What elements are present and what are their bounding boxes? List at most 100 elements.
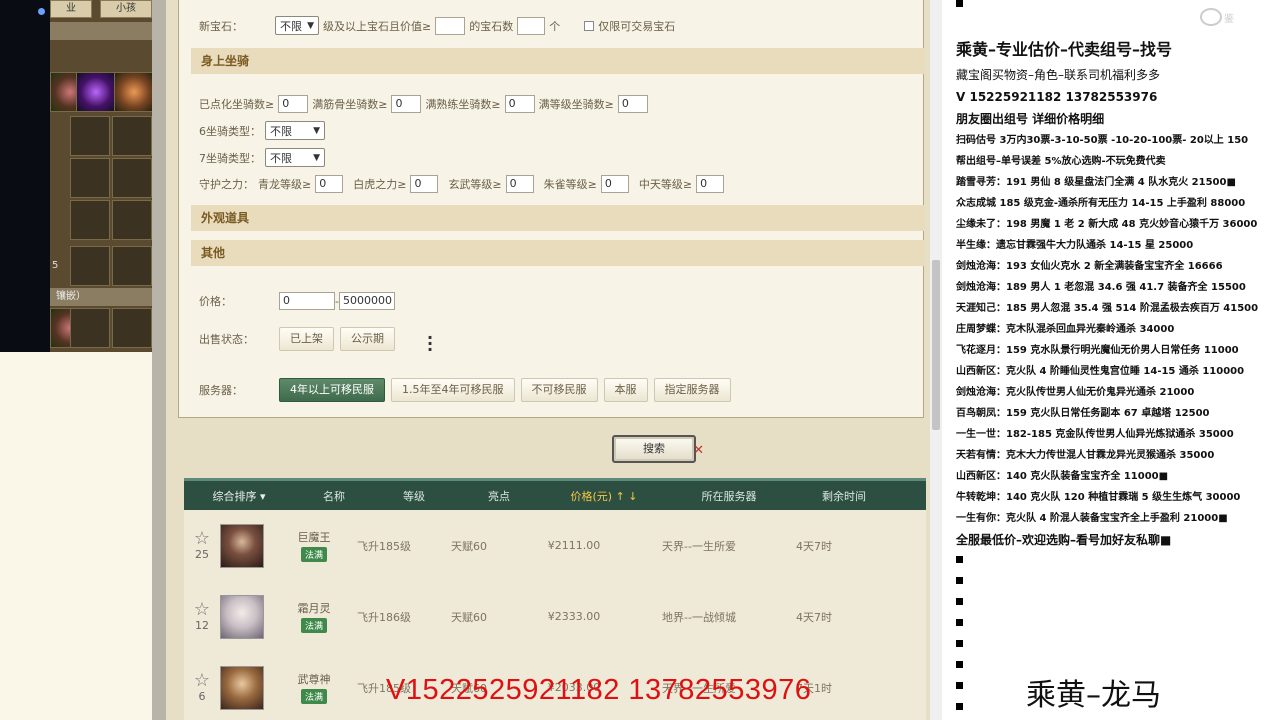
mount6-select[interactable]: 不限 ▼: [265, 121, 325, 140]
favorite-count: 25: [195, 548, 209, 561]
role-name[interactable]: 霜月灵: [284, 600, 344, 616]
mount7-label: 7坐骑类型：: [199, 151, 261, 165]
bullet-square: [956, 556, 963, 563]
favorite-count: 12: [195, 619, 209, 632]
role-name[interactable]: 武尊神: [284, 671, 344, 687]
gem-value-input[interactable]: [435, 16, 466, 35]
server-option-4yr-button[interactable]: 4年以上可移民服: [279, 378, 385, 402]
inventory-slot[interactable]: [112, 200, 152, 240]
price-sort-header[interactable]: 价格(元) ↑ ↓: [544, 488, 664, 504]
table-row[interactable]: ☆ 25 巨魔王 法满 飞升185级 天赋60 ¥2111.00 天界--一生所爱 …: [184, 510, 926, 582]
ad-line: 踏雪寻芳：191 男仙 8 级星盘法门全满 4 队水克火 21500■: [956, 177, 1236, 188]
inventory-slot[interactable]: [112, 246, 152, 286]
inventory-slot[interactable]: [112, 116, 152, 156]
ad-line: 剑烛沧海：193 女仙火克水 2 新全满装备宝宝齐全 16666: [956, 261, 1223, 272]
server-option-1-5yr-button[interactable]: 1.5年至4年可移民服: [391, 378, 515, 402]
guard-item-label: 玄武等级≥: [448, 178, 502, 191]
sale-status-label: 出售状态：: [199, 333, 254, 346]
favorite-column: ☆ 25: [184, 530, 220, 562]
guard-item-input[interactable]: 0: [410, 175, 439, 193]
star-icon[interactable]: ☆: [184, 530, 220, 548]
scrollbar-thumb[interactable]: [932, 260, 940, 430]
avatar[interactable]: [220, 665, 264, 710]
mount7-select[interactable]: 不限 ▼: [265, 148, 325, 167]
screen: 业 小孩 5 镶嵌） 新宝石： 不限 ▼ 级及以上宝石且价值≥ 的宝石数 个 仅…: [0, 0, 1280, 720]
sale-status-listed-button[interactable]: 已上架: [279, 327, 334, 351]
inventory-item-slot[interactable]: [114, 72, 154, 112]
bullet-square: [956, 682, 963, 689]
inventory-slot[interactable]: [70, 200, 110, 240]
scrollbar[interactable]: [930, 0, 942, 720]
role-server: 地界--一战倾城: [662, 610, 736, 624]
avatar[interactable]: [220, 523, 264, 568]
server-option-local-button[interactable]: 本服: [603, 378, 648, 402]
status-badge: 法满: [300, 547, 327, 562]
favorite-column: ☆ 12: [184, 601, 220, 633]
role-highlight: 天赋60: [451, 539, 487, 553]
ad-line: 天涯知己：185 男人忽混 35.4 强 514 阶混孟极去疾百万 41500: [956, 303, 1259, 314]
mount-filter-label: 满熟练坐骑数≥: [425, 98, 501, 111]
avatar[interactable]: [220, 594, 264, 639]
price-min-input[interactable]: 0: [279, 292, 335, 310]
guard-item-input[interactable]: 0: [505, 175, 534, 193]
star-icon[interactable]: ☆: [184, 672, 220, 690]
mount-filter-input[interactable]: 0: [504, 95, 535, 113]
inventory-slot[interactable]: [70, 308, 110, 348]
mount-section-header[interactable]: 身上坐骑: [191, 48, 925, 74]
mount7-value: 不限: [270, 151, 292, 165]
inventory-slot[interactable]: [112, 308, 152, 348]
inventory-bar-label: 镶嵌）: [50, 288, 152, 306]
gem-level-select[interactable]: 不限 ▼: [275, 16, 319, 35]
guard-item-label: 青龙等级≥: [258, 178, 312, 191]
left-dark-region: [0, 0, 50, 352]
bullet-square: [956, 661, 963, 668]
inventory-slot[interactable]: [70, 116, 110, 156]
mount-filter-label: 已点化坐骑数≥: [199, 98, 275, 111]
server-option-no-migrate-button[interactable]: 不可移民服: [520, 378, 598, 402]
inventory-slot[interactable]: [70, 246, 110, 286]
search-button[interactable]: 搜索 ✕: [612, 435, 704, 463]
inventory-tab-2[interactable]: 小孩: [100, 0, 152, 18]
guard-item-input[interactable]: 0: [315, 175, 344, 193]
sale-status-notice-button[interactable]: 公示期: [340, 327, 395, 351]
gem-count-input[interactable]: [517, 16, 546, 35]
mount-filter-input[interactable]: 0: [617, 95, 648, 113]
status-badge: 法满: [300, 618, 327, 633]
bullet-square: [956, 640, 963, 647]
role-name-column: 武尊神 法满: [284, 671, 344, 704]
star-icon[interactable]: ☆: [184, 601, 220, 619]
inventory-slot[interactable]: [112, 158, 152, 198]
server-option-specified-button[interactable]: 指定服务器: [653, 378, 731, 402]
more-options-icon[interactable]: · · ·: [427, 330, 433, 358]
gem-unit: 个: [549, 19, 561, 33]
overlay-contact: V1522525921182 13782553976: [386, 674, 812, 706]
mount-filter-input[interactable]: 0: [391, 95, 422, 113]
level-header: 等级: [403, 489, 425, 503]
bullet-square: [956, 598, 963, 605]
tradable-only-label: 仅限可交易宝石: [598, 19, 676, 33]
inventory-tab-1[interactable]: 业: [50, 0, 92, 18]
inventory-item-slot[interactable]: [76, 72, 116, 112]
guard-item-input[interactable]: 0: [600, 175, 629, 193]
search-button-label: 搜索: [643, 442, 665, 455]
bullet-square: [956, 577, 963, 584]
guard-item-input[interactable]: 0: [696, 175, 725, 193]
mount-filter-input[interactable]: 0: [278, 95, 309, 113]
sort-composite-header[interactable]: 综合排序 ▾: [184, 488, 294, 504]
gem-mid-text: 级及以上宝石且价值≥: [323, 19, 432, 33]
role-time-left: 4天7时: [796, 610, 832, 624]
tradable-only-checkbox[interactable]: [584, 20, 595, 31]
ad-line: 山西新区：140 克火队装备宝宝齐全 11000■: [956, 471, 1169, 482]
price-max-input[interactable]: 5000000: [338, 292, 395, 310]
ad-line: 飞花逐月：159 克水队景行明光魔仙无价男人日常任务 11000: [956, 345, 1239, 356]
market-panel: 新宝石： 不限 ▼ 级及以上宝石且价值≥ 的宝石数 个 仅限可交易宝石 身上坐骑 …: [166, 0, 930, 720]
other-section-header[interactable]: 其他: [191, 240, 925, 266]
role-name[interactable]: 巨魔王: [284, 529, 344, 545]
ad-panel: 乘黄–专业估价–代卖组号–找号 藏宝阁买物资–角色–联系司机福利多多 V 1522…: [942, 0, 1280, 720]
inventory-slot[interactable]: [70, 158, 110, 198]
appearance-section-header[interactable]: 外观道具: [191, 205, 925, 231]
bullet-square: [956, 619, 963, 626]
mount6-row: 6坐骑类型： 不限 ▼: [199, 121, 325, 140]
close-icon[interactable]: ✕: [693, 439, 704, 463]
table-row[interactable]: ☆ 12 霜月灵 法满 飞升186级 天赋60 ¥2333.00 地界--一战倾城 …: [184, 581, 926, 653]
